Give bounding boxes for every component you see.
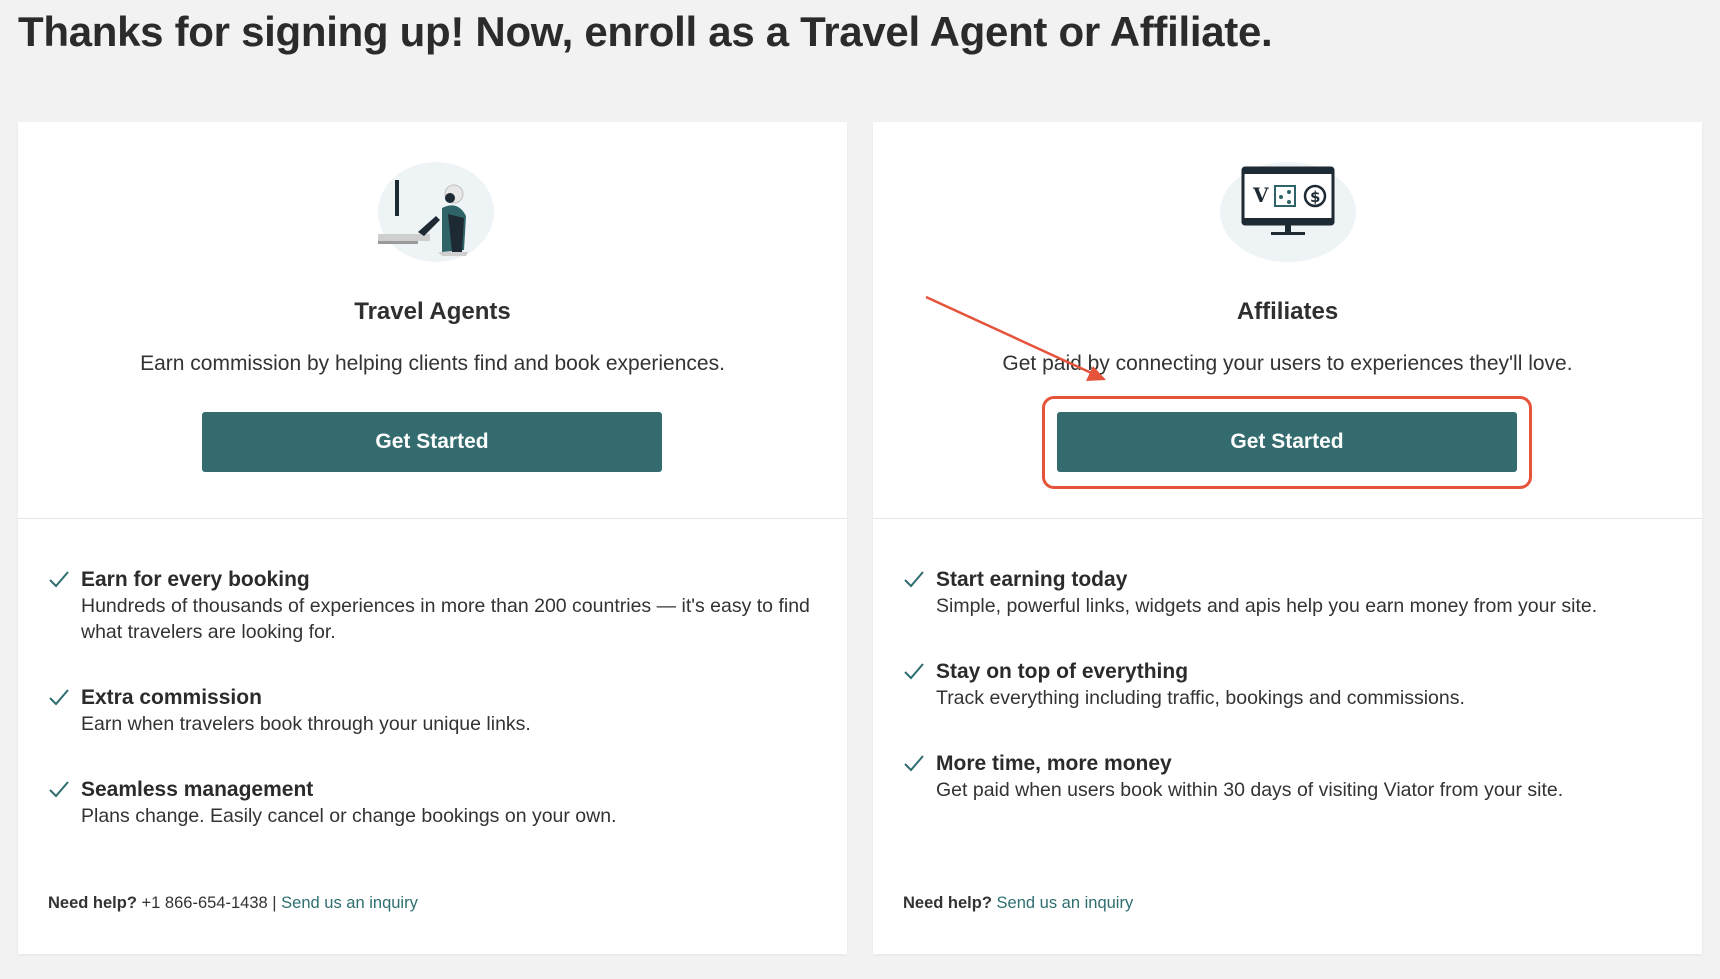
travel-agents-description: Earn commission by helping clients find … [140,352,725,375]
feature-title: Start earning today [936,568,1128,591]
affiliates-feature-list: Start earning today Simple, powerful lin… [903,567,1673,843]
feature-item: Stay on top of everything Track everythi… [903,659,1673,711]
feature-description: Simple, powerful links, widgets and apis… [936,595,1598,617]
feature-item: Start earning today Simple, powerful lin… [903,567,1673,619]
svg-text:$: $ [1310,188,1320,206]
feature-title: More time, more money [936,752,1172,775]
affiliates-card-header: V $ Affiliates Get paid by connecting yo… [873,122,1702,519]
affiliate-monitor-illustration-icon: V $ [1219,162,1356,262]
send-inquiry-link[interactable]: Send us an inquiry [281,894,418,912]
page-title: Thanks for signing up! Now, enroll as a … [18,8,1273,55]
check-icon [904,755,924,772]
affiliates-description: Get paid by connecting your users to exp… [1002,352,1573,375]
feature-description: Track everything including traffic, book… [936,687,1465,709]
svg-text:V: V [1252,183,1269,207]
travel-agents-help: Need help? +1 866-654-1438 | Send us an … [48,894,418,913]
feature-item: Seamless management Plans change. Easily… [48,777,818,829]
travel-agents-feature-list: Earn for every booking Hundreds of thous… [48,567,818,869]
check-icon [49,571,69,588]
feature-description: Get paid when users book within 30 days … [936,779,1564,801]
travel-agents-card: Travel Agents Earn commission by helping… [18,122,847,954]
check-icon [904,663,924,680]
travel-agents-title: Travel Agents [354,298,511,325]
help-phone: +1 866-654-1438 | [141,894,277,912]
send-inquiry-link[interactable]: Send us an inquiry [997,894,1134,912]
feature-title: Seamless management [81,778,314,801]
travel-agents-card-header: Travel Agents Earn commission by helping… [18,122,847,519]
feature-item: More time, more money Get paid when user… [903,751,1673,803]
affiliates-help: Need help? Send us an inquiry [903,894,1133,913]
affiliates-card: V $ Affiliates Get paid by connecting yo… [873,122,1702,954]
help-label: Need help? [903,894,992,912]
travel-agent-illustration-icon [377,162,494,262]
feature-item: Extra commission Earn when travelers boo… [48,685,818,737]
check-icon [49,689,69,706]
feature-description: Plans change. Easily cancel or change bo… [81,805,617,827]
travel-agents-get-started-button[interactable]: Get Started [202,412,662,472]
feature-title: Stay on top of everything [936,660,1189,683]
feature-title: Earn for every booking [81,568,310,591]
feature-description: Hundreds of thousands of experiences in … [81,595,810,643]
feature-description: Earn when travelers book through your un… [81,713,531,735]
feature-title: Extra commission [81,686,262,709]
affiliates-get-started-button[interactable]: Get Started [1057,412,1517,472]
affiliates-title: Affiliates [1236,298,1339,325]
check-icon [904,571,924,588]
feature-item: Earn for every booking Hundreds of thous… [48,567,818,645]
help-label: Need help? [48,894,137,912]
check-icon [49,781,69,798]
